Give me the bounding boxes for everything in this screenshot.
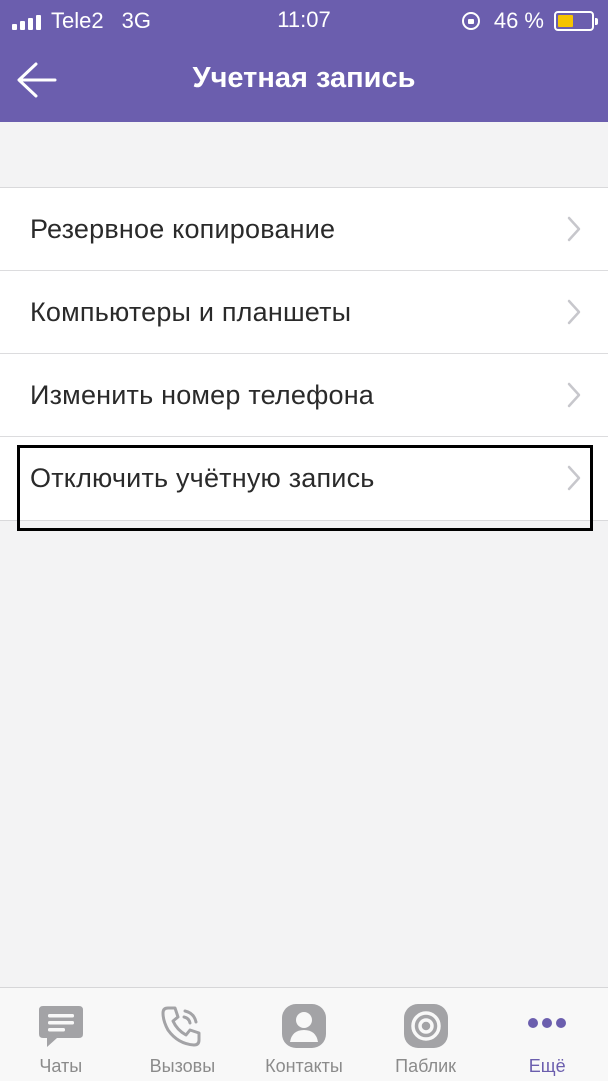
tab-chats[interactable]: Чаты xyxy=(0,988,122,1081)
menu-item-computers-tablets[interactable]: Компьютеры и планшеты xyxy=(0,271,608,354)
tab-more[interactable]: Ещё xyxy=(486,988,608,1081)
battery-level-fill xyxy=(558,15,573,27)
status-bar: Tele2 3G 11:07 46 % xyxy=(0,0,608,40)
contact-person-icon xyxy=(278,1000,330,1052)
tab-label: Чаты xyxy=(39,1056,83,1076)
nav-bar: Учетная запись xyxy=(0,40,608,122)
page-title: Учетная запись xyxy=(192,62,416,94)
menu-item-label: Резервное копирование xyxy=(30,213,336,244)
tab-label: Паблик xyxy=(395,1056,457,1076)
menu-item-backup[interactable]: Резервное копирование xyxy=(0,188,608,271)
account-settings-list: Резервное копирование Компьютеры и планш… xyxy=(0,187,608,521)
chevron-right-icon xyxy=(567,465,581,491)
chevron-right-icon xyxy=(567,382,581,408)
battery-icon xyxy=(554,11,598,31)
tab-public[interactable]: Паблик xyxy=(365,988,487,1081)
tab-label: Контакты xyxy=(265,1056,343,1076)
menu-item-label: Компьютеры и планшеты xyxy=(30,296,352,327)
menu-item-label: Отключить учётную запись xyxy=(30,463,375,493)
more-dots-icon xyxy=(521,1000,573,1052)
battery-percent: 46 % xyxy=(493,8,544,33)
rotation-lock-icon xyxy=(461,12,480,30)
chevron-right-icon xyxy=(567,299,581,325)
menu-item-change-phone-number[interactable]: Изменить номер телефона xyxy=(0,354,608,437)
menu-item-deactivate-account[interactable]: Отключить учётную запись xyxy=(0,437,608,520)
menu-item-label: Изменить номер телефона xyxy=(30,379,375,410)
public-icon xyxy=(400,1000,452,1052)
tab-calls[interactable]: Вызовы xyxy=(122,988,244,1081)
tab-label: Вызовы xyxy=(149,1056,216,1076)
chevron-right-icon xyxy=(567,216,581,242)
chat-bubble-icon xyxy=(35,1000,87,1052)
phone-icon xyxy=(156,1000,208,1052)
status-right: 46 % xyxy=(461,8,598,34)
tab-contacts[interactable]: Контакты xyxy=(243,988,365,1081)
tab-label: Ещё xyxy=(528,1056,566,1076)
tab-bar: Чаты Вызовы Контакты Паблик Ещё xyxy=(0,987,608,1081)
app-header: Tele2 3G 11:07 46 % Учетная запись xyxy=(0,0,608,122)
